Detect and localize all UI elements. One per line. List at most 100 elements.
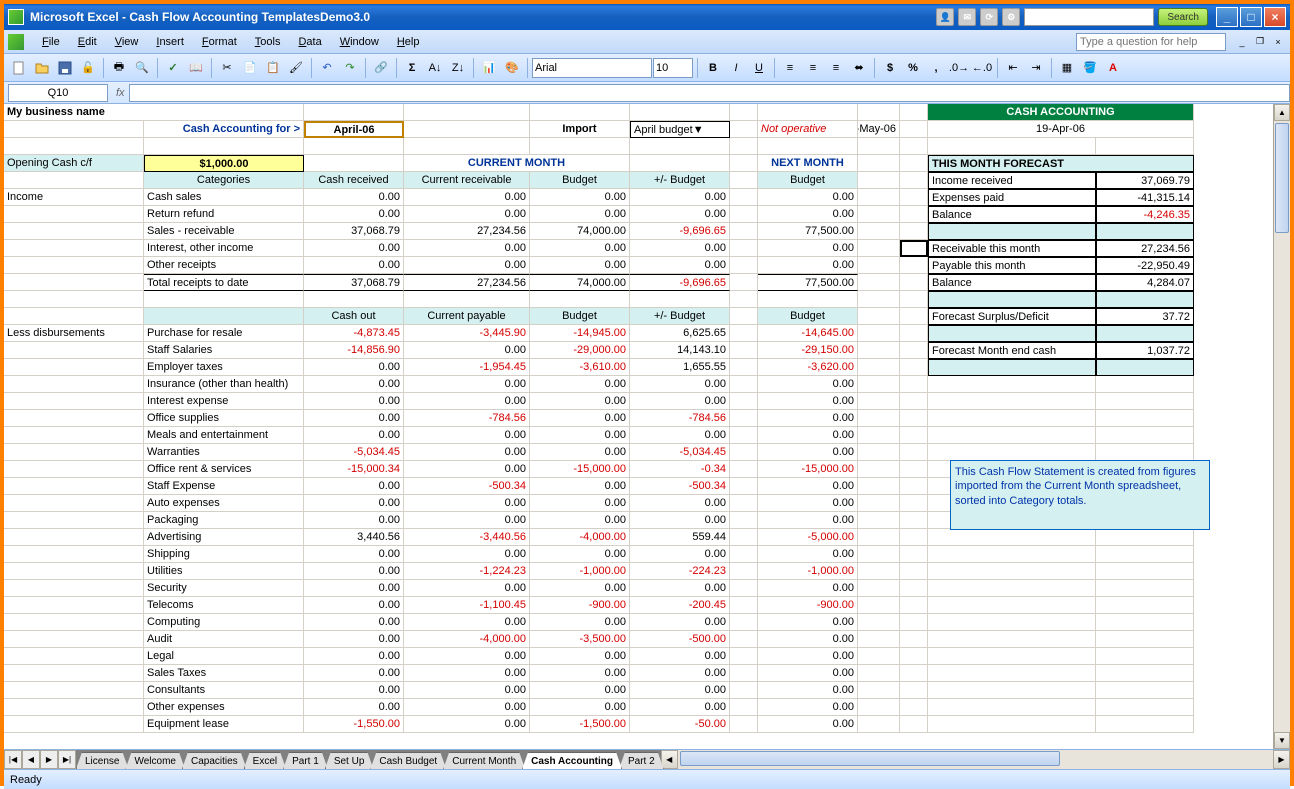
cell[interactable]: 0.00 bbox=[630, 546, 730, 563]
cell[interactable]: -15,000.00 bbox=[758, 461, 858, 478]
cell[interactable] bbox=[730, 716, 758, 733]
cell[interactable]: -0.34 bbox=[630, 461, 730, 478]
cell[interactable]: 0.00 bbox=[630, 512, 730, 529]
cell[interactable]: -5,000.00 bbox=[758, 529, 858, 546]
cell[interactable]: 0.00 bbox=[304, 359, 404, 376]
sheet-tab[interactable]: Cash Budget bbox=[370, 752, 446, 769]
cell[interactable]: 0.00 bbox=[758, 665, 858, 682]
cell[interactable] bbox=[858, 631, 900, 648]
cell[interactable] bbox=[900, 189, 928, 206]
search-input[interactable] bbox=[1024, 8, 1154, 26]
cell[interactable]: -4,873.45 bbox=[304, 325, 404, 342]
fill-color-button[interactable]: 🪣 bbox=[1079, 57, 1101, 79]
sheet-tab[interactable]: Part 2 bbox=[619, 752, 664, 769]
cell[interactable]: 0.00 bbox=[630, 240, 730, 257]
cell[interactable]: 0.00 bbox=[404, 716, 530, 733]
sort-asc-button[interactable]: A↓ bbox=[424, 57, 446, 79]
cell[interactable]: 0.00 bbox=[304, 563, 404, 580]
share-icon[interactable]: ⟳ bbox=[980, 8, 998, 26]
cell[interactable]: -900.00 bbox=[530, 597, 630, 614]
cell[interactable]: 0.00 bbox=[758, 478, 858, 495]
cell[interactable] bbox=[858, 393, 900, 410]
cell[interactable]: My business name bbox=[4, 104, 304, 121]
cell[interactable]: 0.00 bbox=[404, 427, 530, 444]
cell[interactable]: -1,224.23 bbox=[404, 563, 530, 580]
cell[interactable] bbox=[858, 478, 900, 495]
cell[interactable] bbox=[1096, 580, 1194, 597]
cell[interactable] bbox=[900, 427, 928, 444]
cell[interactable]: -5,034.45 bbox=[630, 444, 730, 461]
cell[interactable]: 37,068.79 bbox=[304, 274, 404, 291]
cell[interactable]: 0.00 bbox=[758, 716, 858, 733]
cell[interactable]: 0.00 bbox=[630, 665, 730, 682]
cell[interactable]: 37.72 bbox=[1096, 308, 1194, 325]
cell[interactable]: -200.45 bbox=[630, 597, 730, 614]
cell[interactable]: 0.00 bbox=[630, 189, 730, 206]
open-button[interactable] bbox=[31, 57, 53, 79]
cell[interactable] bbox=[730, 376, 758, 393]
cell[interactable]: 0.00 bbox=[758, 648, 858, 665]
cell[interactable]: 0.00 bbox=[530, 206, 630, 223]
vertical-scrollbar[interactable]: ▲ ▼ bbox=[1273, 104, 1290, 749]
cell[interactable]: 74,000.00 bbox=[530, 223, 630, 240]
cell[interactable] bbox=[730, 529, 758, 546]
cell[interactable] bbox=[4, 206, 144, 223]
cell[interactable] bbox=[858, 155, 900, 172]
horizontal-scrollbar[interactable]: ◀ ▶ bbox=[661, 750, 1290, 769]
cell[interactable] bbox=[4, 240, 144, 257]
cell[interactable]: -1,550.00 bbox=[304, 716, 404, 733]
cell[interactable] bbox=[900, 172, 928, 189]
cell[interactable] bbox=[858, 665, 900, 682]
cell[interactable]: April budget ▼ bbox=[630, 121, 730, 138]
cell[interactable]: 0.00 bbox=[530, 240, 630, 257]
cell[interactable] bbox=[928, 614, 1096, 631]
cell[interactable]: Forecast Month end cash bbox=[928, 342, 1096, 359]
cell[interactable]: Cash sales bbox=[144, 189, 304, 206]
cell[interactable] bbox=[900, 376, 928, 393]
cell[interactable] bbox=[900, 478, 928, 495]
cell[interactable] bbox=[4, 580, 144, 597]
cell[interactable] bbox=[730, 444, 758, 461]
align-right-button[interactable]: ≡ bbox=[825, 57, 847, 79]
cell[interactable] bbox=[4, 291, 144, 308]
cell[interactable]: 0.00 bbox=[758, 189, 858, 206]
cell[interactable]: 0.00 bbox=[304, 648, 404, 665]
cell[interactable]: CASH ACCOUNTING bbox=[928, 104, 1194, 121]
cell[interactable]: 0.00 bbox=[630, 206, 730, 223]
cell[interactable]: 0.00 bbox=[404, 512, 530, 529]
cell[interactable]: 0.00 bbox=[758, 631, 858, 648]
cell[interactable] bbox=[900, 257, 928, 274]
cell[interactable]: Warranties bbox=[144, 444, 304, 461]
cell[interactable] bbox=[730, 206, 758, 223]
cell[interactable]: 14,143.10 bbox=[630, 342, 730, 359]
cell[interactable] bbox=[900, 155, 928, 172]
cell[interactable] bbox=[900, 529, 928, 546]
cell[interactable]: 0.00 bbox=[630, 614, 730, 631]
cell[interactable]: Receivable this month bbox=[928, 240, 1096, 257]
cell[interactable] bbox=[928, 393, 1096, 410]
cell[interactable] bbox=[900, 393, 928, 410]
increase-indent-button[interactable]: ⇥ bbox=[1025, 57, 1047, 79]
menu-data[interactable]: Data bbox=[290, 33, 329, 51]
cell[interactable] bbox=[730, 512, 758, 529]
cell[interactable]: 0.00 bbox=[758, 699, 858, 716]
cell[interactable]: -4,246.35 bbox=[1096, 206, 1194, 223]
cell[interactable] bbox=[1096, 223, 1194, 240]
cell[interactable]: 0.00 bbox=[404, 580, 530, 597]
scroll-right-arrow[interactable]: ▶ bbox=[1273, 750, 1290, 769]
cell[interactable]: 0.00 bbox=[304, 495, 404, 512]
spreadsheet-grid[interactable]: My business nameCASH ACCOUNTINGCash Acco… bbox=[4, 104, 1273, 749]
cell[interactable] bbox=[900, 325, 928, 342]
cell[interactable] bbox=[530, 138, 630, 155]
cell[interactable]: Current payable bbox=[404, 308, 530, 325]
sheet-tab[interactable]: Current Month bbox=[443, 752, 525, 769]
cell[interactable]: 0.00 bbox=[404, 189, 530, 206]
cell[interactable]: 0.00 bbox=[304, 580, 404, 597]
cell[interactable]: 37,068.79 bbox=[304, 223, 404, 240]
gear-icon[interactable]: ⚙ bbox=[1002, 8, 1020, 26]
cell[interactable]: Shipping bbox=[144, 546, 304, 563]
cell[interactable]: 0.00 bbox=[630, 376, 730, 393]
cell[interactable]: 0.00 bbox=[630, 580, 730, 597]
cell[interactable]: Computing bbox=[144, 614, 304, 631]
mail-icon[interactable]: ✉ bbox=[958, 8, 976, 26]
